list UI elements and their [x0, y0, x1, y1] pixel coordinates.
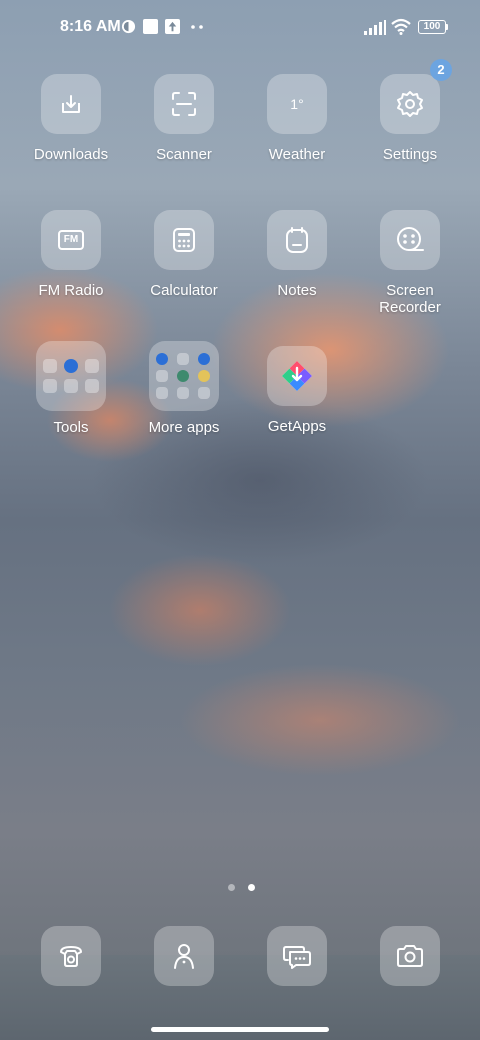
battery-level: 100 [423, 21, 441, 32]
app-weather[interactable]: 1° Weather [242, 74, 352, 163]
home-indicator-bar[interactable] [151, 1027, 329, 1032]
settings-tile[interactable] [380, 74, 440, 134]
app-label-calculator: Calculator [150, 282, 218, 299]
folder-tools[interactable]: Tools [16, 341, 126, 436]
calculator-icon [173, 228, 195, 252]
notes-tile[interactable] [267, 210, 327, 270]
app-label-settings: Settings [382, 146, 438, 163]
gear-icon [397, 91, 423, 117]
notes-icon [286, 227, 308, 253]
app-label-weather: Weather [268, 146, 326, 163]
phone-icon [60, 946, 82, 967]
mini-app-icon [85, 379, 99, 393]
page-indicator [228, 878, 264, 896]
messages-tile[interactable] [267, 926, 327, 986]
mini-app-icon [64, 379, 78, 393]
download-icon [62, 95, 80, 113]
app-label-getapps: GetApps [267, 418, 327, 435]
radio-icon: FM [58, 230, 84, 250]
page-dot-active[interactable] [248, 884, 256, 891]
more-dots-icon [191, 25, 203, 29]
mini-app-icon [177, 353, 189, 365]
fm-radio-tile[interactable]: FM [41, 210, 101, 270]
wifi-icon [391, 18, 411, 35]
dock-contacts[interactable] [129, 926, 239, 986]
dock-camera[interactable] [355, 926, 465, 986]
app-notes[interactable]: Notes [242, 210, 352, 299]
app-downloads[interactable]: Downloads [16, 74, 126, 163]
screen-recorder-tile[interactable] [380, 210, 440, 270]
weather-icon: 1° [290, 96, 304, 112]
status-bar: 8:16 AM 100 [0, 0, 480, 56]
fm-text: FM [63, 234, 79, 245]
app-getapps[interactable]: GetApps [242, 346, 352, 435]
app-label-screen-recorder: Screen Recorder [379, 282, 441, 316]
mini-app-icon [156, 370, 168, 382]
scanner-icon [172, 92, 196, 116]
mini-app-icon [156, 387, 168, 399]
battery-icon: 100 [418, 20, 446, 34]
app-label-notes: Notes [277, 282, 317, 299]
mini-app-icon [43, 359, 57, 373]
notification-square-icon [143, 19, 158, 34]
upload-icon [165, 19, 180, 34]
app-label-fm-radio: FM Radio [38, 282, 104, 299]
more-apps-folder-tile[interactable] [149, 341, 219, 411]
app-settings[interactable]: Settings [355, 74, 465, 163]
messages-icon [283, 946, 311, 969]
folder-label-more-apps: More apps [148, 419, 220, 436]
app-screen-recorder[interactable]: Screen Recorder [355, 210, 465, 316]
scanner-tile[interactable] [154, 74, 214, 134]
mini-app-icon [64, 359, 78, 373]
app-scanner[interactable]: Scanner [129, 74, 239, 163]
app-calculator[interactable]: Calculator [129, 210, 239, 299]
mini-app-icon [43, 379, 57, 393]
folder-more-apps[interactable]: More apps [129, 341, 239, 436]
camera-icon [397, 945, 423, 967]
getapps-icon [282, 361, 312, 391]
dock-messages[interactable] [242, 926, 352, 986]
mini-app-icon [198, 353, 210, 365]
dock-phone[interactable] [16, 926, 126, 986]
weather-tile[interactable]: 1° [267, 74, 327, 134]
contacts-icon [174, 944, 194, 969]
getapps-tile[interactable] [267, 346, 327, 406]
mini-app-icon [156, 353, 168, 365]
status-time: 8:16 AM [60, 18, 121, 35]
calculator-tile[interactable] [154, 210, 214, 270]
app-label-downloads: Downloads [33, 146, 109, 163]
mini-app-icon [198, 370, 210, 382]
mini-app-icon [177, 387, 189, 399]
mini-app-icon [198, 387, 210, 399]
theme-icon [121, 19, 136, 34]
folder-label-tools: Tools [53, 419, 89, 436]
tools-folder-tile[interactable] [36, 341, 106, 411]
app-label-scanner: Scanner [156, 146, 212, 163]
mini-app-icon [85, 359, 99, 373]
contacts-tile[interactable] [154, 926, 214, 986]
screen-recorder-icon [397, 227, 424, 251]
signal-icon [364, 20, 386, 35]
camera-tile[interactable] [380, 926, 440, 986]
battery-tip [446, 24, 448, 30]
page-dot[interactable] [228, 884, 235, 891]
mini-app-icon [177, 370, 189, 382]
app-fm-radio[interactable]: FM FM Radio [16, 210, 126, 299]
phone-tile[interactable] [41, 926, 101, 986]
settings-notification-badge: 2 [430, 59, 452, 81]
downloads-tile[interactable] [41, 74, 101, 134]
